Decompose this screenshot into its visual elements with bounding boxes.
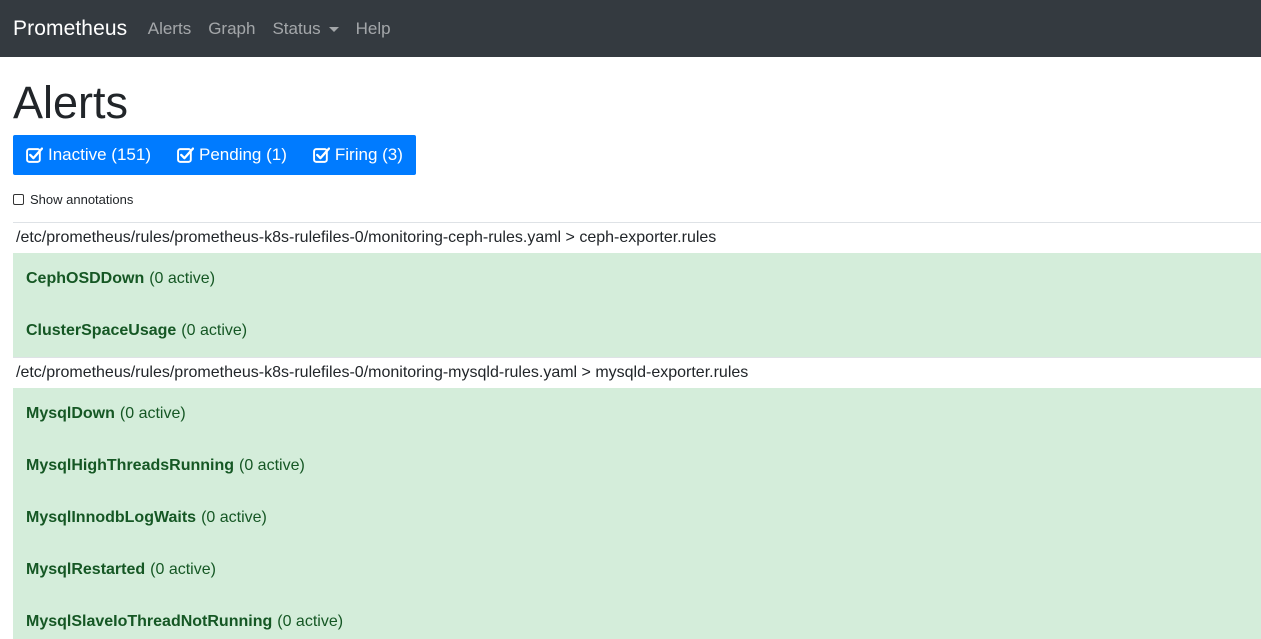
group-header-mysqld: /etc/prometheus/rules/prometheus-k8s-rul… xyxy=(13,357,1261,388)
brand-link[interactable]: Prometheus xyxy=(13,17,127,41)
rule-name: MysqlRestarted xyxy=(26,561,146,578)
rule-name: MysqlSlaveIoThreadNotRunning xyxy=(26,613,273,630)
rule-active-count: (0 active) xyxy=(277,613,344,630)
nav-graph[interactable]: Graph xyxy=(200,19,264,39)
filter-pending-label: Pending (1) xyxy=(199,145,287,164)
main-content: Alerts Inactive (151) Pending (1) Firing… xyxy=(0,80,1261,639)
filter-firing-button[interactable]: Firing (3) xyxy=(300,135,416,175)
checkbox-checked-icon xyxy=(177,146,194,163)
filter-firing-label: Firing (3) xyxy=(334,145,403,164)
show-annotations-toggle[interactable]: Show annotations xyxy=(13,192,1261,207)
checkbox-checked-icon xyxy=(26,146,43,163)
rule-row[interactable]: CephOSDDown (0 active) xyxy=(13,253,1261,305)
rule-row[interactable]: MysqlSlaveIoThreadNotRunning (0 active) xyxy=(13,596,1261,639)
rule-row[interactable]: MysqlDown (0 active) xyxy=(13,388,1261,440)
rule-name: ClusterSpaceUsage xyxy=(26,322,177,339)
rule-active-count: (0 active) xyxy=(239,457,305,474)
nav-alerts[interactable]: Alerts xyxy=(139,19,199,39)
page-title: Alerts xyxy=(13,77,129,128)
checkbox-checked-icon xyxy=(312,146,330,163)
rule-name: MysqlInnodbLogWaits xyxy=(26,509,197,526)
show-annotations-label: Show annotations xyxy=(30,192,134,207)
filter-inactive-label: Inactive (151) xyxy=(48,145,151,164)
rule-row[interactable]: ClusterSpaceUsage (0 active) xyxy=(13,305,1261,357)
nav-status[interactable]: Status xyxy=(264,19,347,39)
navbar: Prometheus Alerts Graph Status Help xyxy=(0,0,1261,57)
rule-active-count: (0 active) xyxy=(119,405,186,422)
rule-row[interactable]: MysqlInnodbLogWaits (0 active) xyxy=(13,492,1261,544)
caret-down-icon xyxy=(328,27,339,32)
rule-row[interactable]: MysqlRestarted (0 active) xyxy=(13,544,1261,596)
alert-state-filter: Inactive (151) Pending (1) Firing (3) xyxy=(13,135,416,175)
filter-pending-button[interactable]: Pending (1) xyxy=(164,135,300,175)
show-annotations-checkbox[interactable] xyxy=(13,194,24,205)
nav-status-label: Status xyxy=(272,18,321,38)
rule-name: MysqlHighThreadsRunning xyxy=(26,457,234,474)
nav-help[interactable]: Help xyxy=(347,19,399,39)
rule-active-count: (0 active) xyxy=(181,322,248,339)
group-header-ceph: /etc/prometheus/rules/prometheus-k8s-rul… xyxy=(13,222,1261,253)
rule-name: CephOSDDown xyxy=(26,270,145,287)
rule-name: MysqlDown xyxy=(26,405,115,422)
rule-active-count: (0 active) xyxy=(149,270,216,287)
rule-row[interactable]: MysqlHighThreadsRunning (0 active) xyxy=(13,440,1261,492)
alert-groups-table: /etc/prometheus/rules/prometheus-k8s-rul… xyxy=(13,222,1261,639)
filter-inactive-button[interactable]: Inactive (151) xyxy=(13,135,164,175)
rule-active-count: (0 active) xyxy=(150,561,216,578)
rule-active-count: (0 active) xyxy=(201,509,267,526)
